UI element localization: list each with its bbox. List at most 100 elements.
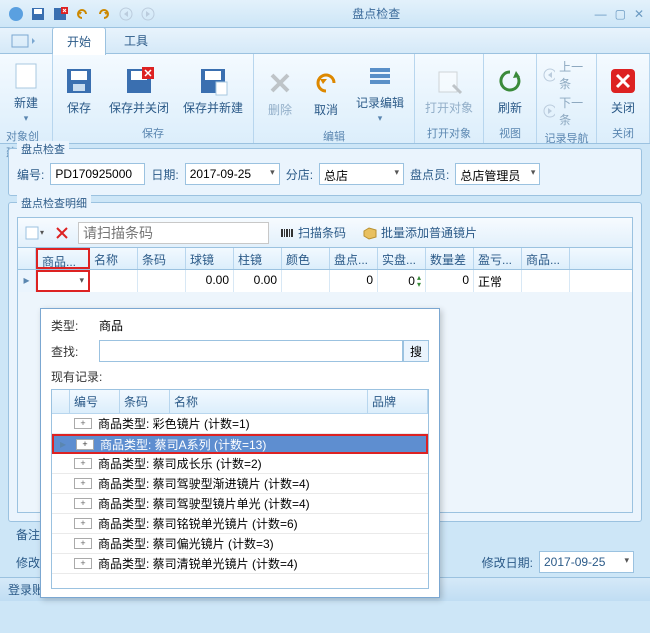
tab-tools[interactable]: 工具 [110, 27, 162, 54]
col-count[interactable]: 盘点... [330, 248, 378, 269]
cell-cylinder: 0.00 [234, 270, 282, 292]
no-field[interactable] [50, 163, 145, 185]
chevron-down-icon: ▾ [395, 167, 400, 181]
delete-button[interactable]: 删除 [260, 65, 300, 120]
cell-actual[interactable]: 0▴▾ [378, 270, 426, 292]
col-product2[interactable]: 商品... [522, 248, 570, 269]
branch-field[interactable]: 总店▾ [319, 163, 404, 185]
undo-icon[interactable] [72, 4, 92, 24]
expand-icon[interactable]: + [74, 538, 92, 549]
expand-icon[interactable]: + [74, 498, 92, 509]
delete-row-button[interactable] [50, 221, 74, 245]
prev-record-button[interactable]: 上一条 [543, 58, 590, 92]
save-close-icon[interactable] [50, 4, 70, 24]
next-record-button[interactable]: 下一条 [543, 94, 590, 128]
record-edit-button[interactable]: 记录编辑▾ [352, 58, 408, 126]
col-actual[interactable]: 实盘... [378, 248, 426, 269]
ribbon-group-save: 保存 保存并关闭 保存并新建 保存 [53, 54, 254, 143]
cell-barcode [138, 270, 186, 292]
col-selector [18, 248, 36, 269]
group-label: 商品类型: 蔡司清锐单光镜片 (计数=4) [96, 555, 428, 572]
col-color[interactable]: 颜色 [282, 248, 330, 269]
existing-label: 现有记录: [51, 368, 429, 385]
expand-icon[interactable]: + [74, 458, 92, 469]
col-gain-loss[interactable]: 盈亏... [474, 248, 522, 269]
refresh-button[interactable]: 刷新 [490, 63, 530, 118]
save-new-button[interactable]: 保存并新建 [179, 63, 247, 118]
col-cylinder[interactable]: 柱镜 [234, 248, 282, 269]
redo-icon[interactable] [94, 4, 114, 24]
col-barcode[interactable]: 条码 [120, 390, 170, 413]
save-close-button[interactable]: 保存并关闭 [105, 63, 173, 118]
save-button[interactable]: 保存 [59, 63, 99, 118]
group-row[interactable]: +商品类型: 蔡司成长乐 (计数=2) [52, 454, 428, 474]
file-menu[interactable] [0, 30, 48, 52]
date-field[interactable]: 2017-09-25▾ [185, 163, 280, 185]
cell-status: 正常 [474, 270, 522, 292]
app-icon [6, 4, 26, 24]
existing-list[interactable]: 编号 条码 名称 品牌 +商品类型: 彩色镜片 (计数=1)▸+商品类型: 蔡司… [51, 389, 429, 589]
group-label: 商品类型: 蔡司A系列 (计数=13) [98, 436, 426, 453]
group-label: 商品类型: 蔡司驾驶型渐进镜片 (计数=4) [96, 475, 428, 492]
window-title: 盘点检查 [158, 5, 595, 22]
close-button[interactable]: ✕ [634, 7, 644, 21]
save-icon[interactable] [28, 4, 48, 24]
disk-close-icon [123, 65, 155, 97]
ribbon-group-close: 关闭 关闭 [597, 54, 650, 143]
cell-diff: 0 [426, 270, 474, 292]
grid-header: 商品... 名称 条码 球镜 柱镜 颜色 盘点... 实盘... 数量差 盈亏.… [18, 248, 632, 270]
disk-new-icon [197, 65, 229, 97]
date-label: 日期: [151, 166, 178, 183]
tab-start[interactable]: 开始 [52, 27, 106, 55]
maximize-button[interactable]: ▢ [615, 7, 626, 21]
batch-add-button[interactable]: 批量添加普通镜片 [356, 224, 483, 241]
col-diff[interactable]: 数量差 [426, 248, 474, 269]
col-product[interactable]: 商品... [36, 248, 90, 269]
add-row-button[interactable]: ▾ [22, 221, 46, 245]
expand-icon[interactable]: + [76, 439, 94, 450]
grid-row[interactable]: ▸ ▾ 0.00 0.00 0 0▴▾ 0 正常 [18, 270, 632, 292]
spinner-icon: ▴▾ [417, 274, 421, 288]
group-row[interactable]: + 商品类型: 蔡司清锐单光镜片 (计数=4) [52, 554, 428, 574]
cell-name [90, 270, 138, 292]
group-row[interactable]: + 商品类型: 蔡司驾驶型渐进镜片 (计数=4) [52, 474, 428, 494]
group-label: 商品类型: 蔡司驾驶型镜片单光 (计数=4) [96, 495, 428, 512]
group-label: 商品类型: 彩色镜片 (计数=1) [96, 415, 428, 432]
expand-icon[interactable]: + [74, 518, 92, 529]
new-button[interactable]: 新建▾ [6, 58, 46, 126]
search-input[interactable] [99, 340, 403, 362]
next-icon[interactable] [138, 4, 158, 24]
row-indicator-icon: ▸ [18, 270, 36, 292]
group-row[interactable]: + 商品类型: 蔡司铭锐单光镜片 (计数=6) [52, 514, 428, 534]
group-row[interactable]: ▸+商品类型: 蔡司A系列 (计数=13) [52, 434, 428, 454]
col-name[interactable]: 名称 [170, 390, 368, 413]
scan-button[interactable]: 扫描条码 [273, 224, 352, 241]
col-barcode[interactable]: 条码 [138, 248, 186, 269]
col-name[interactable]: 名称 [90, 248, 138, 269]
group-row[interactable]: + 商品类型: 蔡司驾驶型镜片单光 (计数=4) [52, 494, 428, 514]
minimize-button[interactable]: — [595, 7, 607, 21]
moddate-field[interactable]: 2017-09-25▾ [539, 551, 634, 573]
search-button[interactable]: 搜 [403, 340, 429, 362]
cell-product[interactable]: ▾ [36, 270, 90, 292]
prev-icon[interactable] [116, 4, 136, 24]
close-window-button[interactable]: 关闭 [603, 63, 643, 118]
col-sphere[interactable]: 球镜 [186, 248, 234, 269]
clerk-field[interactable]: 总店管理员▾ [455, 163, 540, 185]
clerk-label: 盘点员: [410, 166, 449, 183]
group-row[interactable]: + 商品类型: 彩色镜片 (计数=1) [52, 414, 428, 434]
login-account-label: 登录账 [8, 581, 44, 598]
group-row[interactable]: +商品类型: 蔡司偏光镜片 (计数=3) [52, 534, 428, 554]
cancel-button[interactable]: 取消 [306, 65, 346, 120]
col-brand[interactable]: 品牌 [368, 390, 428, 413]
scan-input[interactable] [78, 222, 269, 244]
expand-icon[interactable]: + [74, 418, 92, 429]
cell-sphere: 0.00 [186, 270, 234, 292]
col-no[interactable]: 编号 [70, 390, 120, 413]
group-label: 商品类型: 蔡司铭锐单光镜片 (计数=6) [96, 515, 428, 532]
expand-icon[interactable]: + [74, 478, 92, 489]
window-controls: — ▢ ✕ [595, 7, 644, 21]
open-object-button[interactable]: 打开对象 [421, 63, 477, 118]
quick-access-toolbar [6, 4, 158, 24]
expand-icon[interactable]: + [74, 558, 92, 569]
